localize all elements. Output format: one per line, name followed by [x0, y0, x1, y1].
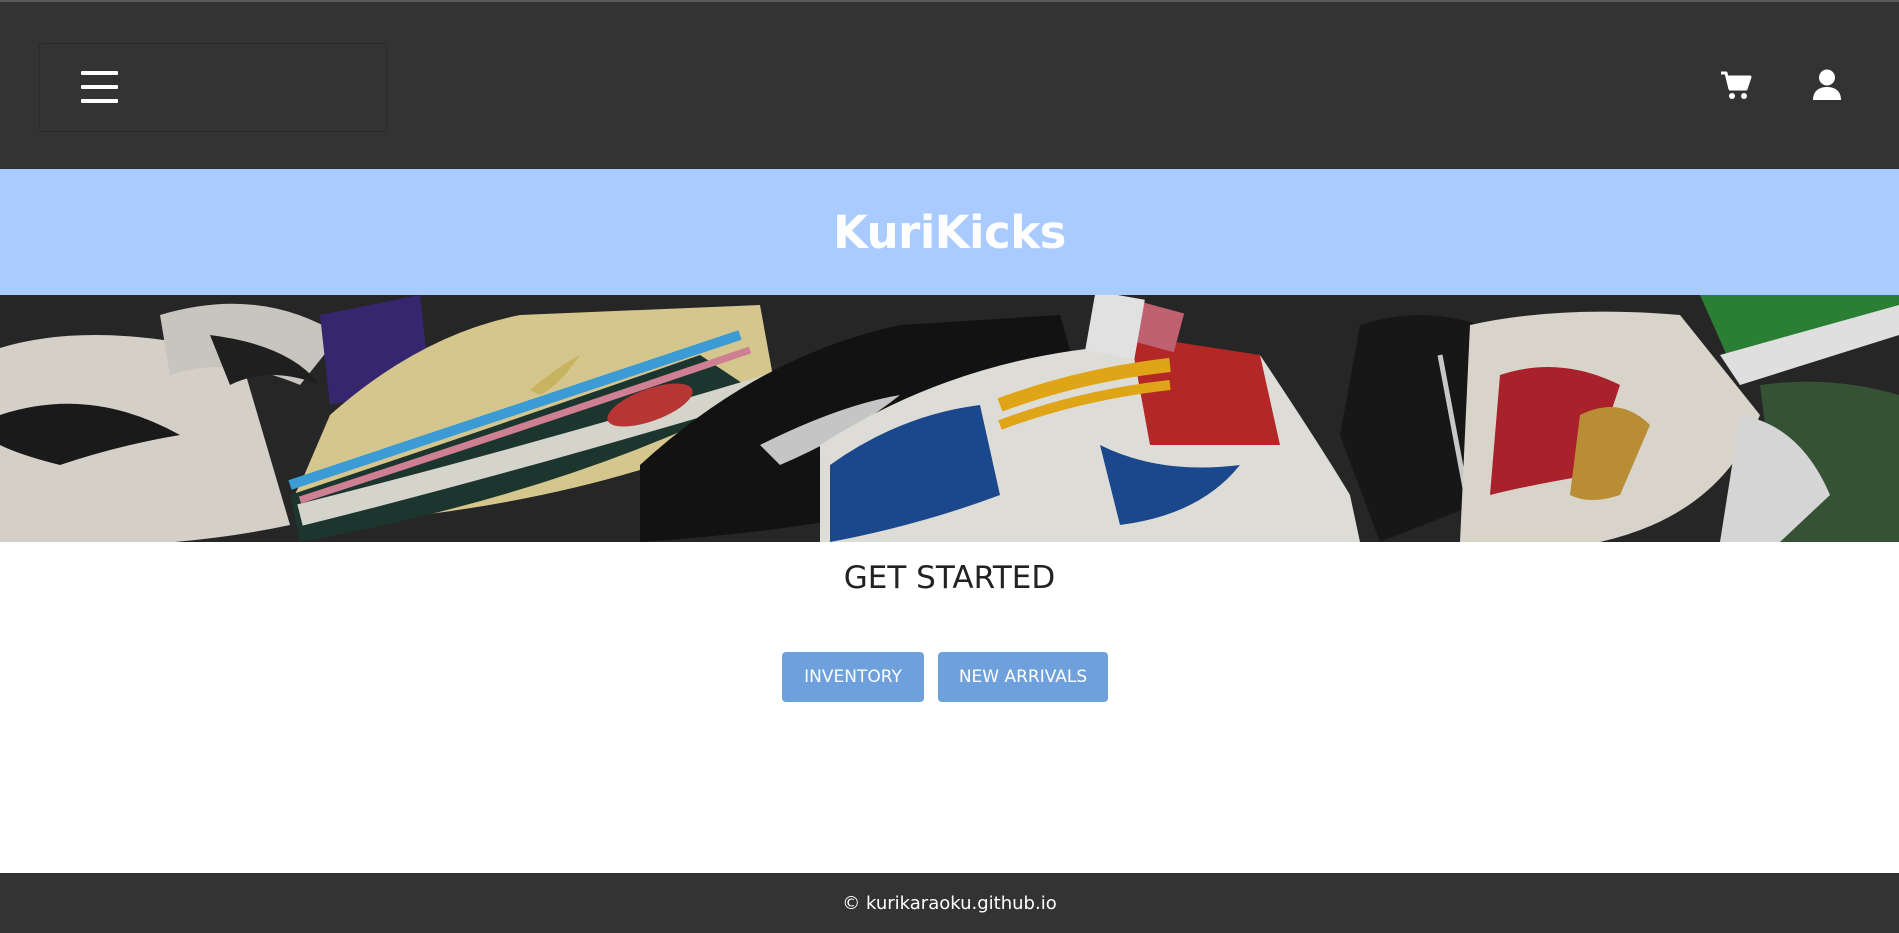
footer: © kurikaraoku.github.io — [0, 873, 1899, 933]
footer-text: © kurikaraoku.github.io — [842, 892, 1057, 914]
brand-title: KuriKicks — [833, 205, 1066, 259]
new-arrivals-button[interactable]: NEW ARRIVALS — [938, 652, 1108, 702]
hamburger-icon[interactable] — [81, 71, 118, 103]
hero-image — [0, 295, 1899, 542]
inventory-button[interactable]: INVENTORY — [782, 652, 924, 702]
brand-banner: KuriKicks — [0, 169, 1899, 295]
cart-icon[interactable] — [1720, 69, 1752, 101]
page: KuriKicks GET STARTED INVENTORY NEW ARRI… — [0, 0, 1899, 933]
top-navbar — [0, 0, 1899, 169]
user-icon[interactable] — [1812, 69, 1842, 101]
menu-button[interactable] — [39, 43, 387, 132]
get-started-heading: GET STARTED — [843, 560, 1056, 596]
